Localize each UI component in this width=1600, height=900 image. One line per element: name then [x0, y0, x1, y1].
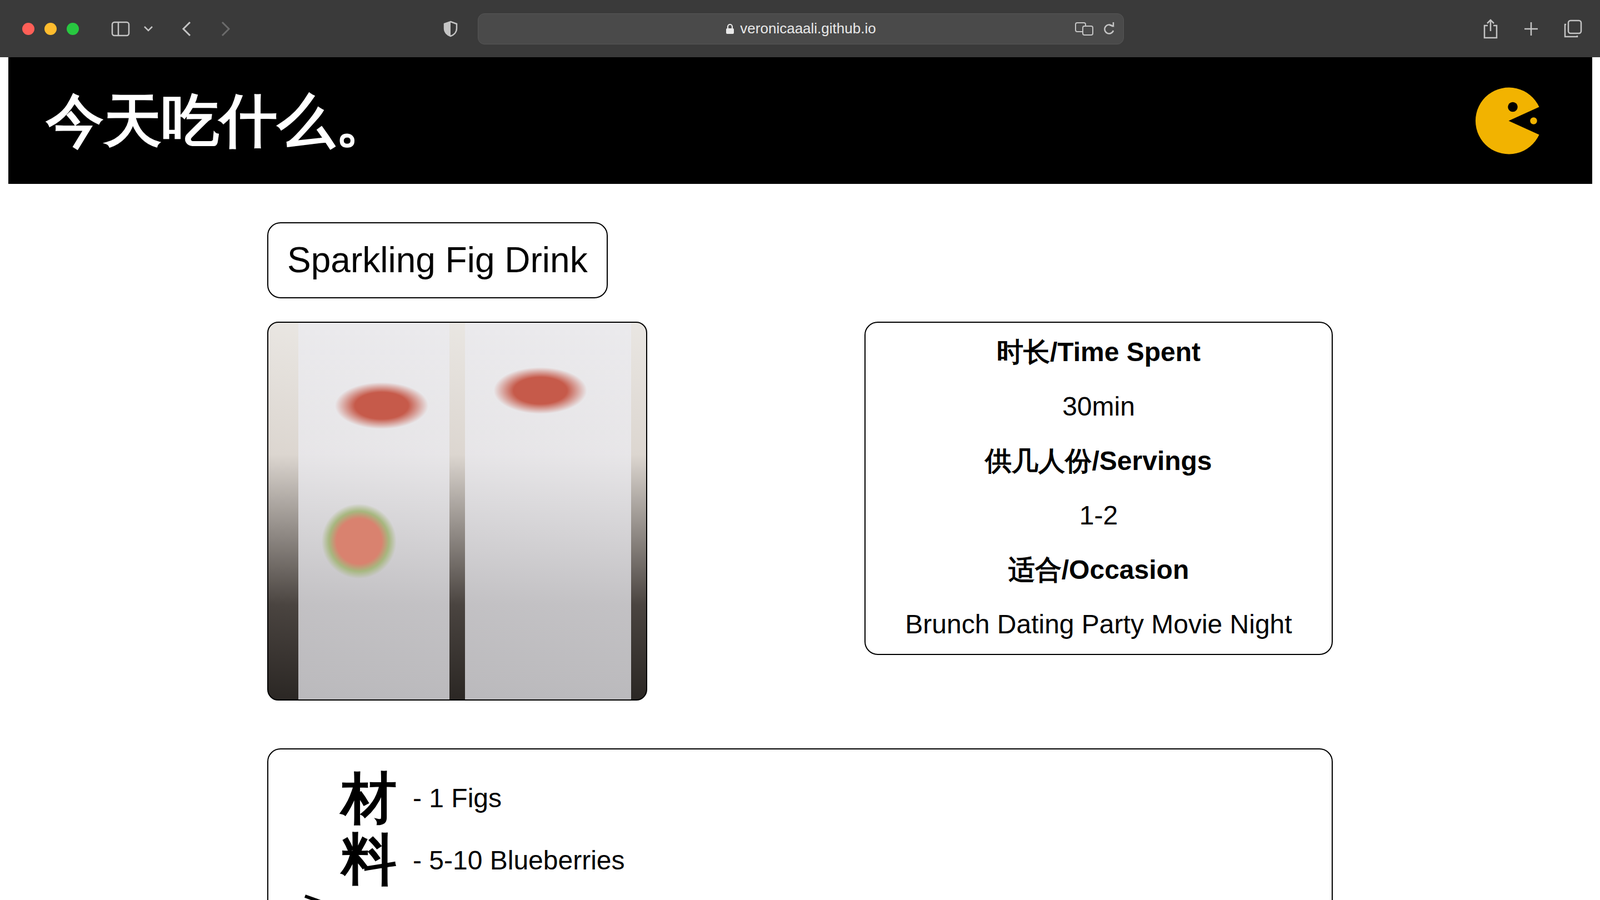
recipe-overview: 时长/Time Spent30min供几人份/Servings1-2适合/Occ…	[267, 321, 1333, 701]
fact-label: 时长/Time Spent	[870, 325, 1328, 380]
fact-label: 适合/Occasion	[870, 542, 1328, 598]
fact-value: 1-2	[870, 488, 1328, 543]
divider-stroke	[303, 893, 365, 900]
fact-value: 30min	[870, 379, 1328, 434]
recipe-photo	[267, 321, 648, 701]
ingredient-list: - 1 Figs- 5-10 Blueberries	[412, 767, 625, 892]
browser-toolbar: veronicaaali.github.io	[0, 0, 1600, 58]
fact-label: 供几人份/Servings	[870, 433, 1328, 489]
minimize-icon[interactable]	[44, 22, 57, 35]
chevron-down-icon[interactable]	[143, 25, 154, 33]
reload-icon[interactable]	[1102, 21, 1116, 37]
ingredient-item: - 5-10 Blueberries	[412, 829, 625, 892]
recipe-title: Sparkling Fig Drink	[267, 222, 608, 299]
new-tab-icon[interactable]	[1523, 21, 1539, 37]
share-icon[interactable]	[1482, 18, 1499, 39]
privacy-shield-icon[interactable]	[443, 20, 458, 38]
ingredients-label: 材料	[341, 767, 397, 890]
zoom-icon[interactable]	[66, 22, 79, 35]
ingredients-card: 材料 - 1 Figs- 5-10 Blueberries	[267, 748, 1333, 900]
fact-value: Brunch Dating Party Movie Night	[870, 597, 1328, 652]
forward-icon[interactable]	[220, 20, 232, 38]
url-text[interactable]: veronicaaali.github.io	[740, 17, 876, 40]
lock-icon	[725, 23, 735, 35]
pacman-icon[interactable]	[1473, 86, 1544, 156]
address-bar[interactable]: veronicaaali.github.io	[477, 13, 1124, 45]
facts-card: 时长/Time Spent30min供几人份/Servings1-2适合/Occ…	[864, 321, 1333, 655]
translate-icon[interactable]	[1074, 21, 1095, 37]
site-logo[interactable]: 今天吃什么。	[46, 88, 393, 153]
tab-overview-icon[interactable]	[1563, 19, 1583, 39]
window-controls	[22, 22, 79, 35]
ingredient-item: - 1 Figs	[412, 767, 625, 830]
close-icon[interactable]	[22, 22, 35, 35]
back-icon[interactable]	[181, 20, 193, 38]
recipe-content: Sparkling Fig Drink 时长/Time Spent30min供几…	[267, 183, 1333, 900]
site-header: 今天吃什么。	[8, 57, 1593, 184]
sidebar-icon[interactable]	[111, 21, 130, 37]
